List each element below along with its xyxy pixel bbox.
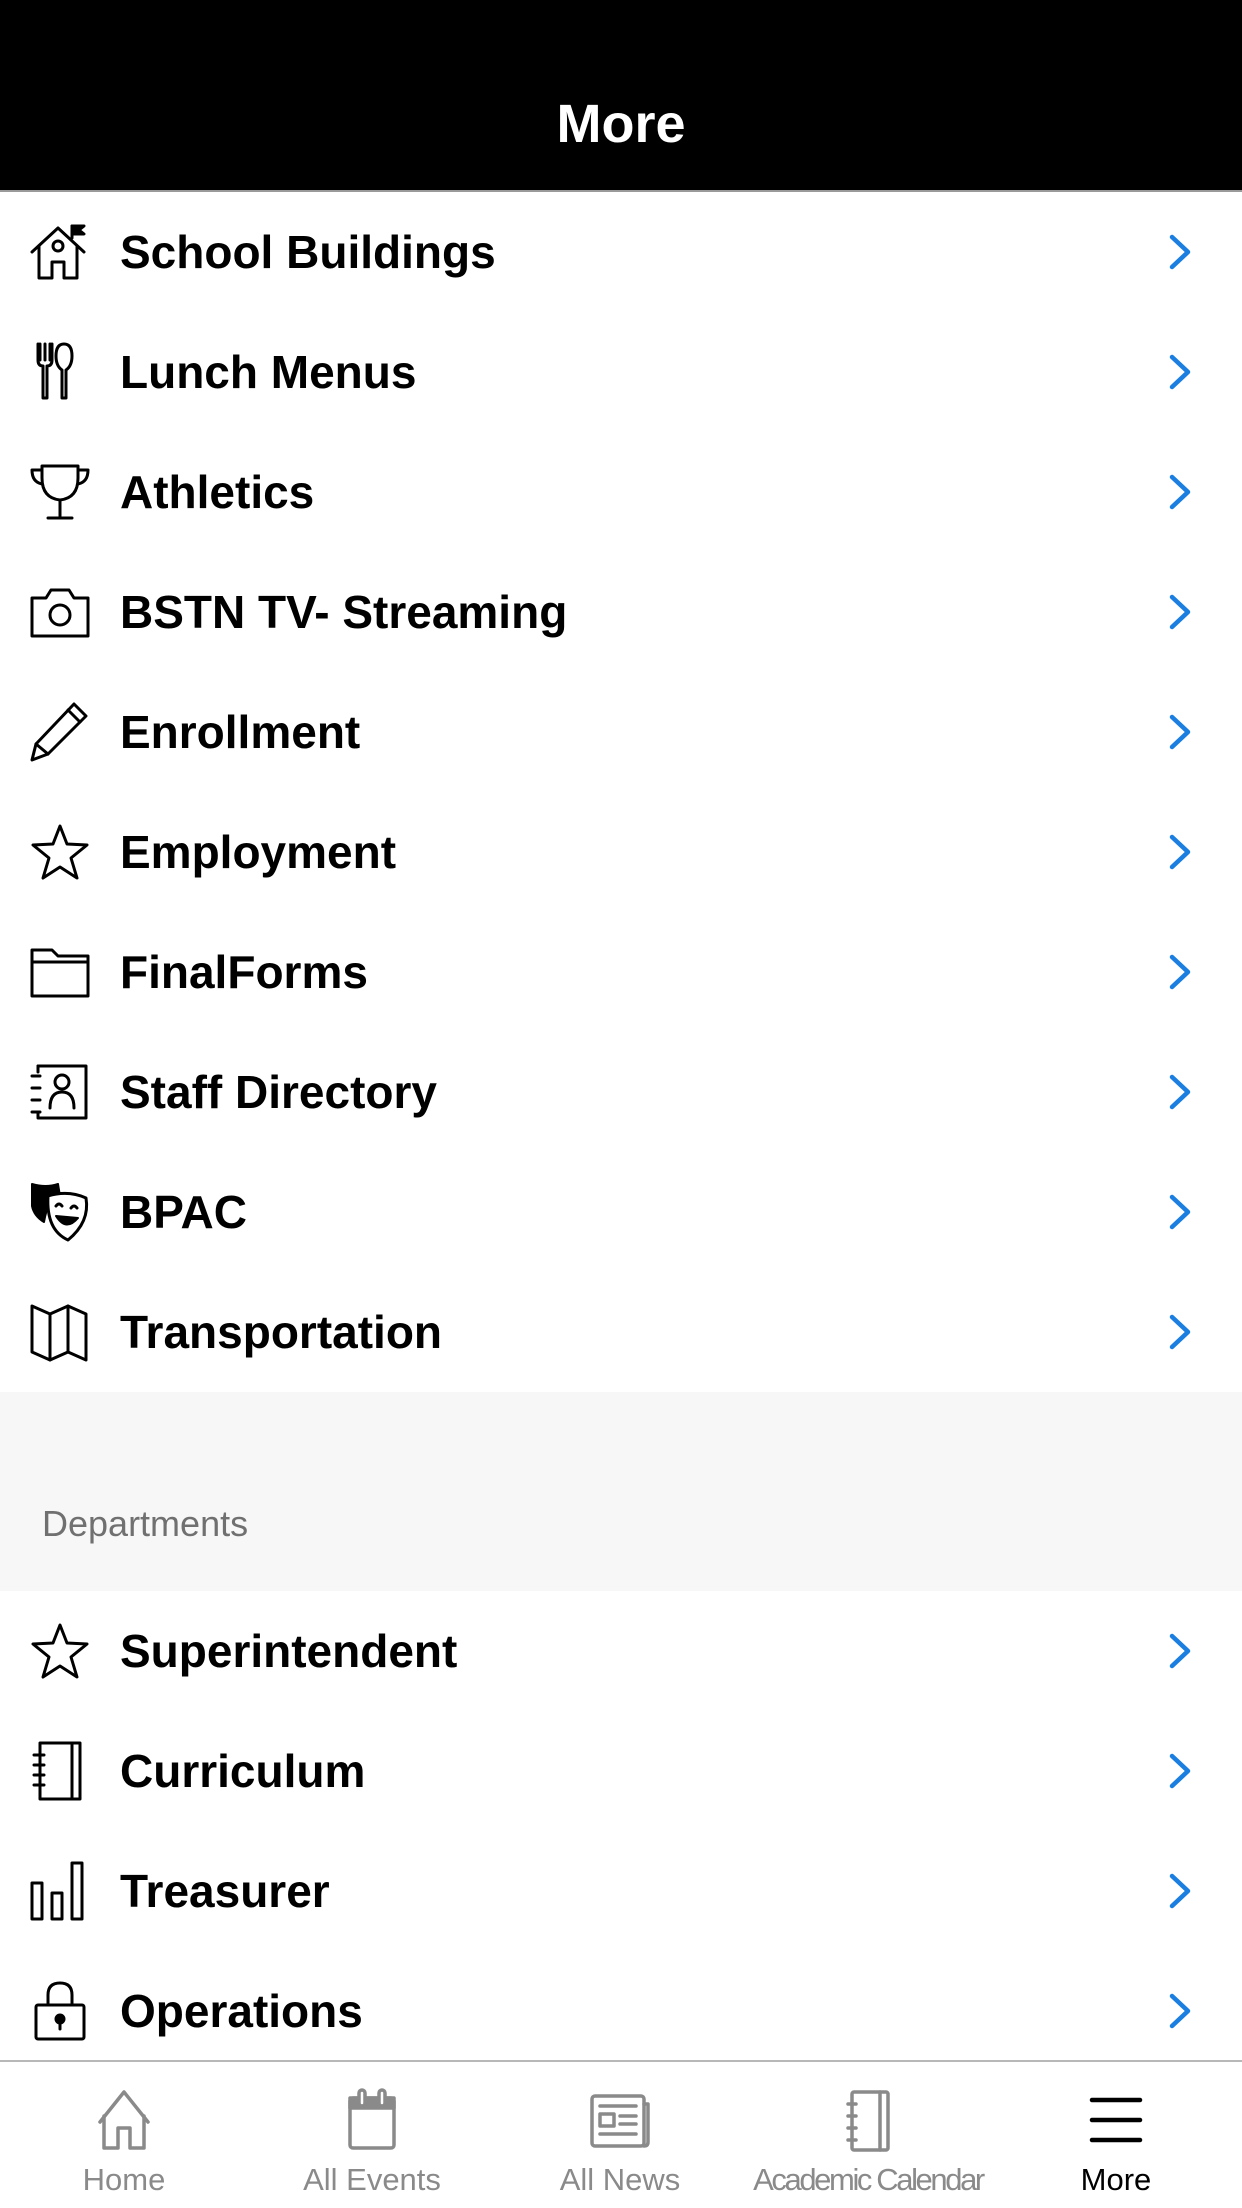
menu-item-superintendent[interactable]: Superintendent	[0, 1591, 1242, 1711]
menu-item-label: Curriculum	[120, 1745, 366, 1797]
chevron-right-icon	[1160, 830, 1200, 874]
lock-icon	[28, 1981, 92, 2041]
menu-item-employment[interactable]: Employment	[0, 792, 1242, 912]
chevron-right-icon	[1160, 1749, 1200, 1793]
menu-item-school-buildings[interactable]: School Buildings	[0, 192, 1242, 312]
menu-item-label: Enrollment	[120, 706, 361, 758]
menu-icon	[1066, 2088, 1166, 2154]
page-title: More	[556, 94, 686, 154]
chevron-right-icon	[1160, 1190, 1200, 1234]
menu-item-label: School Buildings	[120, 226, 496, 278]
menu-item-curriculum[interactable]: Curriculum	[0, 1711, 1242, 1831]
menu-item-bstn-tv-streaming[interactable]: BSTN TV- Streaming	[0, 552, 1242, 672]
chevron-right-icon	[1160, 1310, 1200, 1354]
menu-item-label: FinalForms	[120, 946, 368, 998]
calendar-icon	[322, 2088, 422, 2154]
notebook-icon	[28, 1741, 92, 1801]
trophy-icon	[28, 462, 92, 522]
more-menu-list: School Buildings Lunch Menus Athletics B…	[0, 192, 1242, 1392]
bar-chart-icon	[28, 1861, 92, 1921]
tab-label: Academic Calendar	[753, 2162, 985, 2197]
menu-item-treasurer[interactable]: Treasurer	[0, 1831, 1242, 1951]
tab-all-news[interactable]: All News	[496, 2062, 744, 2208]
tab-label: Home	[82, 2162, 166, 2197]
chevron-right-icon	[1160, 1989, 1200, 2033]
contact-book-icon	[28, 1062, 92, 1122]
theater-masks-icon	[28, 1182, 92, 1242]
menu-item-transportation[interactable]: Transportation	[0, 1272, 1242, 1392]
menu-item-label: Operations	[120, 1985, 363, 2037]
tab-label: All Events	[303, 2162, 441, 2197]
menu-item-label: Superintendent	[120, 1625, 458, 1677]
folder-icon	[28, 942, 92, 1002]
menu-item-enrollment[interactable]: Enrollment	[0, 672, 1242, 792]
tab-home[interactable]: Home	[0, 2062, 248, 2208]
newspaper-icon	[570, 2088, 670, 2154]
star-icon	[28, 822, 92, 882]
menu-item-bpac[interactable]: BPAC	[0, 1152, 1242, 1272]
tab-more[interactable]: More	[992, 2062, 1240, 2208]
tab-all-events[interactable]: All Events	[248, 2062, 496, 2208]
fork-spoon-icon	[28, 342, 92, 402]
bottom-tab-bar: Home All Events All News Academic Calend…	[0, 2060, 1242, 2208]
chevron-right-icon	[1160, 590, 1200, 634]
map-icon	[28, 1302, 92, 1362]
chevron-right-icon	[1160, 230, 1200, 274]
menu-item-athletics[interactable]: Athletics	[0, 432, 1242, 552]
menu-item-label: Employment	[120, 826, 397, 878]
tab-label: More	[1080, 2162, 1152, 2197]
menu-item-label: Transportation	[120, 1306, 443, 1358]
chevron-right-icon	[1160, 470, 1200, 514]
home-icon	[74, 2088, 174, 2154]
section-title-departments: Departments	[42, 1503, 249, 1544]
menu-item-operations[interactable]: Operations	[0, 1951, 1242, 2071]
chevron-right-icon	[1160, 1869, 1200, 1913]
chevron-right-icon	[1160, 950, 1200, 994]
departments-list: Superintendent Curriculum Treasurer Oper…	[0, 1591, 1242, 2071]
pencil-icon	[28, 702, 92, 762]
menu-item-finalforms[interactable]: FinalForms	[0, 912, 1242, 1032]
menu-item-lunch-menus[interactable]: Lunch Menus	[0, 312, 1242, 432]
departments-section-header	[0, 1392, 1242, 1591]
menu-item-label: BPAC	[120, 1186, 247, 1238]
notebook-icon	[818, 2088, 918, 2154]
menu-item-label: BSTN TV- Streaming	[120, 586, 568, 638]
chevron-right-icon	[1160, 710, 1200, 754]
school-house-flag-icon	[28, 222, 92, 282]
menu-item-label: Staff Directory	[120, 1066, 437, 1118]
chevron-right-icon	[1160, 350, 1200, 394]
menu-item-label: Treasurer	[120, 1865, 330, 1917]
menu-item-staff-directory[interactable]: Staff Directory	[0, 1032, 1242, 1152]
menu-item-label: Athletics	[120, 466, 315, 518]
camera-icon	[28, 582, 92, 642]
chevron-right-icon	[1160, 1070, 1200, 1114]
menu-item-label: Lunch Menus	[120, 346, 417, 398]
tab-academic-calendar[interactable]: Academic Calendar	[744, 2062, 992, 2208]
chevron-right-icon	[1160, 1629, 1200, 1673]
tab-label: All News	[559, 2162, 681, 2197]
star-icon	[28, 1621, 92, 1681]
nav-header: More	[0, 0, 1242, 192]
